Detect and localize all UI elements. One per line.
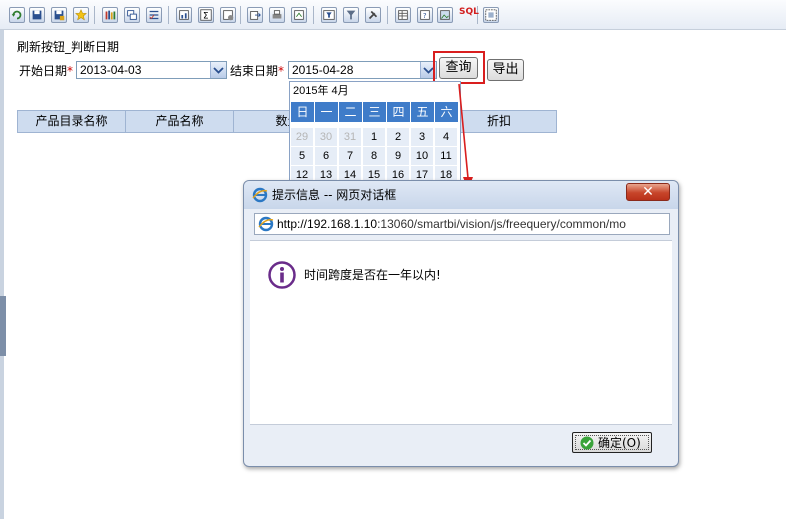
library-icon[interactable]	[102, 7, 118, 23]
table-header: 产品目录名称 产品名称 数量 折扣	[17, 110, 557, 133]
required-mark: *	[278, 64, 285, 78]
calendar-day[interactable]: 4	[435, 128, 457, 146]
calendar-day[interactable]: 31	[339, 128, 361, 146]
calendar-day[interactable]: 3	[411, 128, 433, 146]
weekday-header: 六	[435, 102, 458, 122]
table-view-icon[interactable]	[395, 7, 411, 23]
image-settings-icon[interactable]	[437, 7, 453, 23]
calendar-day[interactable]: 1	[363, 128, 385, 146]
export-icon[interactable]	[247, 7, 263, 23]
calendar-day[interactable]: 10	[411, 147, 433, 165]
refresh-icon[interactable]	[9, 7, 25, 23]
data-transfer-icon[interactable]	[291, 7, 307, 23]
dialog-body: 时间跨度是否在一年以内!	[250, 240, 672, 425]
chart-grid-icon[interactable]	[220, 7, 236, 23]
weekday-header: 五	[411, 102, 434, 122]
ie-icon	[252, 187, 268, 206]
end-date-label-text: 结束日期	[230, 64, 279, 78]
help-window-icon[interactable]: ?	[417, 7, 433, 23]
toolbar: Σ?	[0, 0, 786, 30]
weekday-header: 四	[387, 102, 410, 122]
start-date-label-text: 开始日期	[19, 64, 68, 78]
calendar-day[interactable]: 5	[291, 147, 313, 165]
dialog-title: 提示信息 -- 网页对话框	[272, 188, 397, 202]
toolbar-separator	[168, 6, 169, 24]
end-date-label: 结束日期*	[230, 64, 284, 78]
required-mark: *	[67, 64, 74, 78]
calendar-day[interactable]: 7	[339, 147, 361, 165]
dialog-message: 时间跨度是否在一年以内!	[304, 268, 441, 282]
end-date-input[interactable]: 2015-04-28	[288, 61, 437, 79]
left-panel-edge	[0, 30, 4, 519]
toolbar-separator	[240, 6, 241, 24]
report-title: 刷新按钮_判断日期	[17, 40, 120, 54]
ok-button-label: 确定(O)	[598, 436, 641, 450]
column-header-catalog[interactable]: 产品目录名称	[18, 111, 126, 132]
calendar-day[interactable]: 30	[315, 128, 337, 146]
sum-icon[interactable]: Σ	[198, 7, 214, 23]
calendar-day[interactable]: 8	[363, 147, 385, 165]
calendar-month-title[interactable]: 2015年 4月	[293, 84, 349, 98]
start-date-value: 2013-04-03	[80, 63, 142, 77]
start-date-label: 开始日期*	[19, 64, 73, 78]
checklist-icon[interactable]	[146, 7, 162, 23]
calendar-day[interactable]: 2	[387, 128, 409, 146]
ie-icon	[258, 216, 274, 235]
save-icon[interactable]	[29, 7, 45, 23]
dialog-url: http://192.168.1.10:13060/smartbi/vision…	[277, 217, 626, 231]
end-date-value: 2015-04-28	[292, 63, 354, 77]
calendar-day[interactable]: 6	[315, 147, 337, 165]
svg-text:?: ?	[423, 12, 427, 20]
close-button[interactable]: ✕	[626, 183, 670, 201]
dialog-url-path: :13060/smartbi/vision/js/freequery/commo…	[377, 217, 626, 231]
left-panel-collapse-handle[interactable]	[0, 296, 6, 356]
alert-dialog: 提示信息 -- 网页对话框 ✕ http://192.168.1.10:1306…	[243, 180, 679, 467]
dialog-url-bar: http://192.168.1.10:13060/smartbi/vision…	[254, 213, 670, 235]
weekday-header: 日	[291, 102, 314, 122]
clear-filter-icon[interactable]	[343, 7, 359, 23]
windows-icon[interactable]	[124, 7, 140, 23]
favorite-star-icon[interactable]	[73, 7, 89, 23]
sql-icon[interactable]: SQL	[459, 6, 481, 18]
toolbar-separator	[313, 6, 314, 24]
export-button[interactable]: 导出	[487, 59, 524, 81]
filter-table-icon[interactable]	[321, 7, 337, 23]
weekday-header: 二	[339, 102, 362, 122]
toolbar-separator	[387, 6, 388, 24]
calendar-day[interactable]: 11	[435, 147, 457, 165]
dialog-url-host: http://192.168.1.10	[277, 217, 378, 231]
tools-icon[interactable]	[365, 7, 381, 23]
info-icon	[268, 261, 296, 292]
weekday-header: 三	[363, 102, 386, 122]
save-as-icon[interactable]	[51, 7, 67, 23]
chart-settings-icon[interactable]	[176, 7, 192, 23]
column-header-product[interactable]: 产品名称	[126, 111, 234, 132]
calendar-day[interactable]: 29	[291, 128, 313, 146]
chevron-down-icon[interactable]	[210, 62, 226, 78]
toolbar-separator	[94, 6, 95, 24]
start-date-input[interactable]: 2013-04-03	[76, 61, 227, 79]
calendar-day[interactable]: 9	[387, 147, 409, 165]
weekday-header: 一	[315, 102, 338, 122]
ok-button[interactable]: 确定(O)	[572, 432, 652, 453]
print-icon[interactable]	[269, 7, 285, 23]
screen-capture-icon[interactable]	[483, 7, 499, 23]
check-icon	[580, 436, 594, 455]
svg-text:Σ: Σ	[203, 12, 209, 22]
query-button-highlight	[433, 51, 485, 84]
